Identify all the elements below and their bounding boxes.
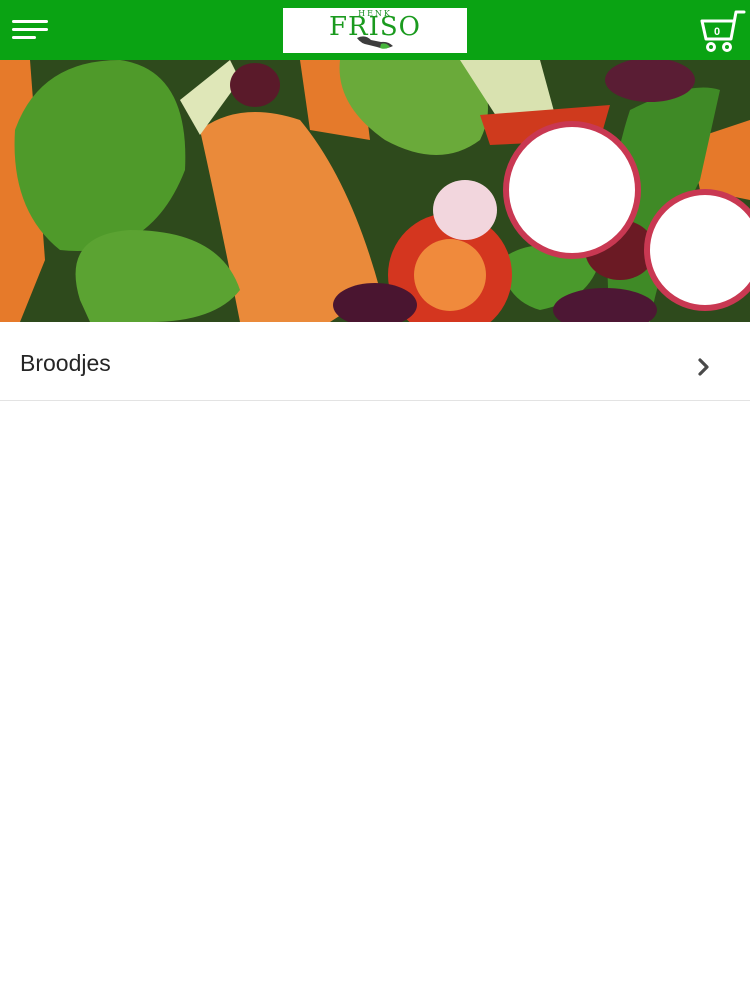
category-label: Broodjes xyxy=(20,350,111,376)
hamburger-menu-icon xyxy=(12,20,48,23)
shopping-cart-icon xyxy=(700,10,746,52)
cart-count-badge: 0 xyxy=(713,26,721,38)
logo[interactable]: HENK FRISO xyxy=(283,8,467,53)
category-row[interactable]: Broodjes xyxy=(0,322,750,401)
salad-banner-image xyxy=(0,60,750,322)
cart-button[interactable]: 0 xyxy=(700,9,748,54)
menu-button[interactable] xyxy=(10,14,50,46)
hamburger-menu-icon-line xyxy=(12,28,48,31)
top-bar: HENK FRISO 0 xyxy=(0,0,750,60)
chevron-right-icon xyxy=(698,358,709,376)
logo-mark-icon xyxy=(357,36,393,49)
hamburger-menu-icon-line xyxy=(12,36,36,39)
hero-banner xyxy=(0,60,750,322)
